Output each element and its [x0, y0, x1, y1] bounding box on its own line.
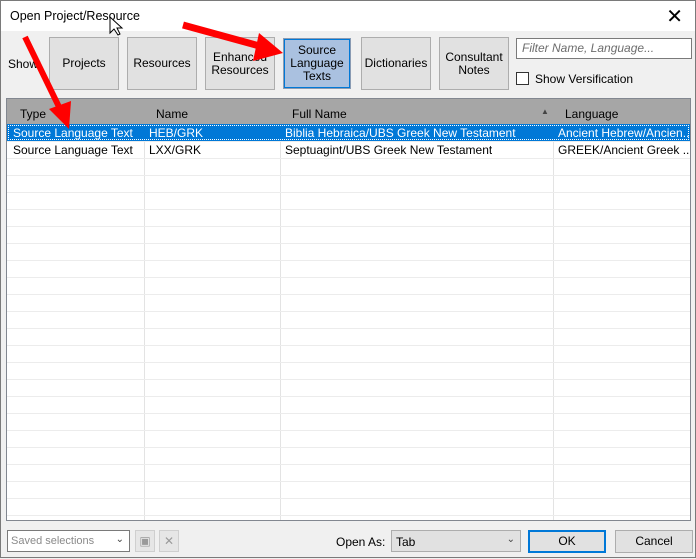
arrow-to-type-column — [22, 35, 71, 129]
arrow-to-source-language-button — [182, 21, 283, 61]
mouse-cursor-icon — [109, 15, 124, 36]
open-project-dialog: Open Project/Resource ✕ Show: Projects R… — [0, 0, 696, 558]
annotation-arrows — [22, 15, 283, 129]
